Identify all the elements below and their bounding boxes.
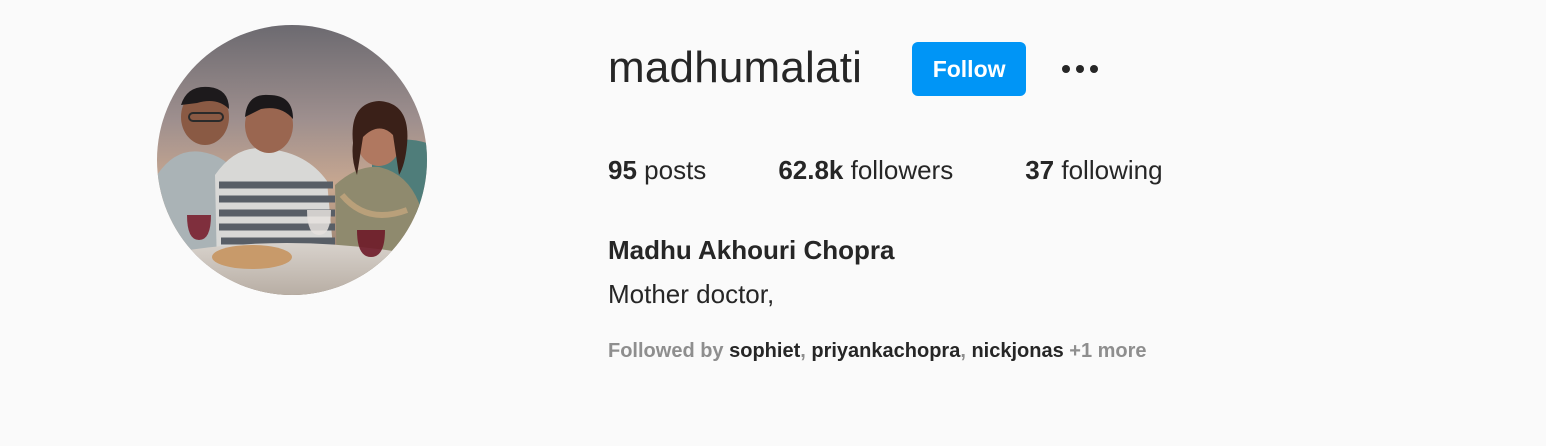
bio-text: Mother doctor, <box>608 279 775 309</box>
followers-link[interactable]: 62.8k followers <box>778 152 953 188</box>
posts-label: posts <box>644 155 707 185</box>
followed-by-user[interactable]: sophiet <box>729 340 800 362</box>
username: madhumalati <box>608 43 863 92</box>
following-count: 37 <box>1025 155 1055 185</box>
followed-by-user[interactable]: nickjonas <box>971 340 1063 362</box>
profile-stats: 95 posts 62.8k followers 37 following <box>608 152 1163 188</box>
follow-button[interactable]: Follow <box>912 42 1027 96</box>
followed-by[interactable]: Followed by sophiet, priyankachopra, nic… <box>608 338 1147 364</box>
posts-count: 95 <box>608 155 637 185</box>
followers-count: 62.8k <box>778 155 844 185</box>
followed-by-user[interactable]: priyankachopra <box>811 340 960 362</box>
followed-by-prefix: Followed by <box>608 340 724 362</box>
title-row: madhumalati Follow <box>608 42 1100 96</box>
ellipsis-icon <box>1062 65 1099 73</box>
profile-header: madhumalati Follow 95 posts 62.8k follow… <box>0 0 1546 446</box>
posts-stat: 95 posts <box>608 152 706 188</box>
following-link[interactable]: 37 following <box>1025 152 1162 188</box>
separator: , <box>960 340 972 362</box>
profile-avatar[interactable] <box>157 25 427 295</box>
followers-label: followers <box>850 155 954 185</box>
more-options-button[interactable] <box>1060 49 1100 89</box>
avatar-photo <box>157 25 427 295</box>
full-name: Madhu Akhouri Chopra <box>608 235 895 265</box>
following-label: following <box>1061 155 1163 185</box>
followed-by-more[interactable]: +1 more <box>1069 340 1146 362</box>
separator: , <box>800 340 812 362</box>
